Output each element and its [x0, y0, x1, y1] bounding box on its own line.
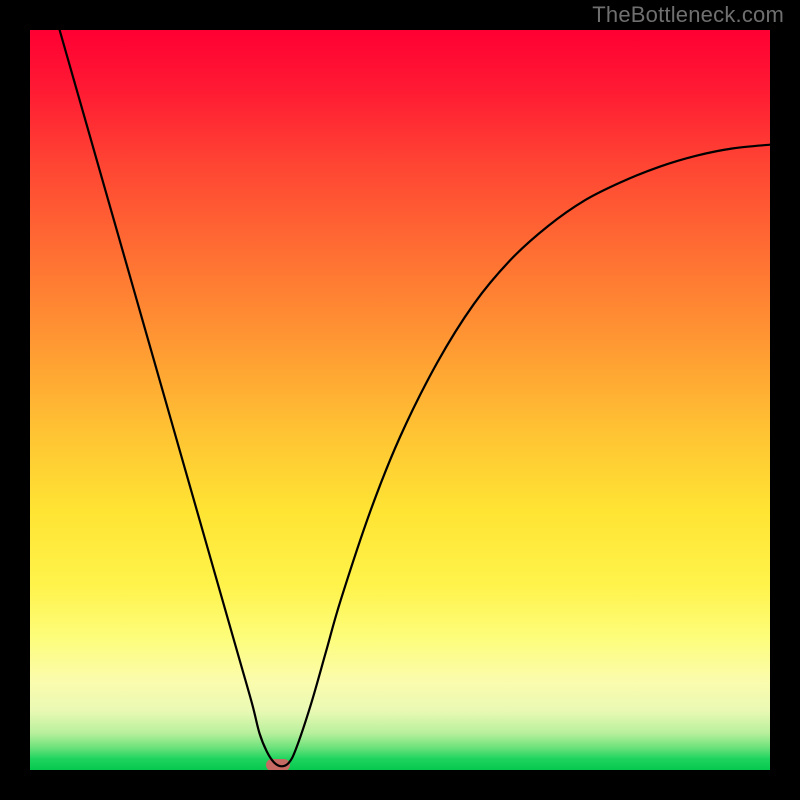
bottleneck-curve — [60, 30, 770, 766]
chart-frame: TheBottleneck.com — [0, 0, 800, 800]
plot-area — [30, 30, 770, 770]
curve-svg — [30, 30, 770, 770]
watermark-text: TheBottleneck.com — [592, 2, 784, 28]
